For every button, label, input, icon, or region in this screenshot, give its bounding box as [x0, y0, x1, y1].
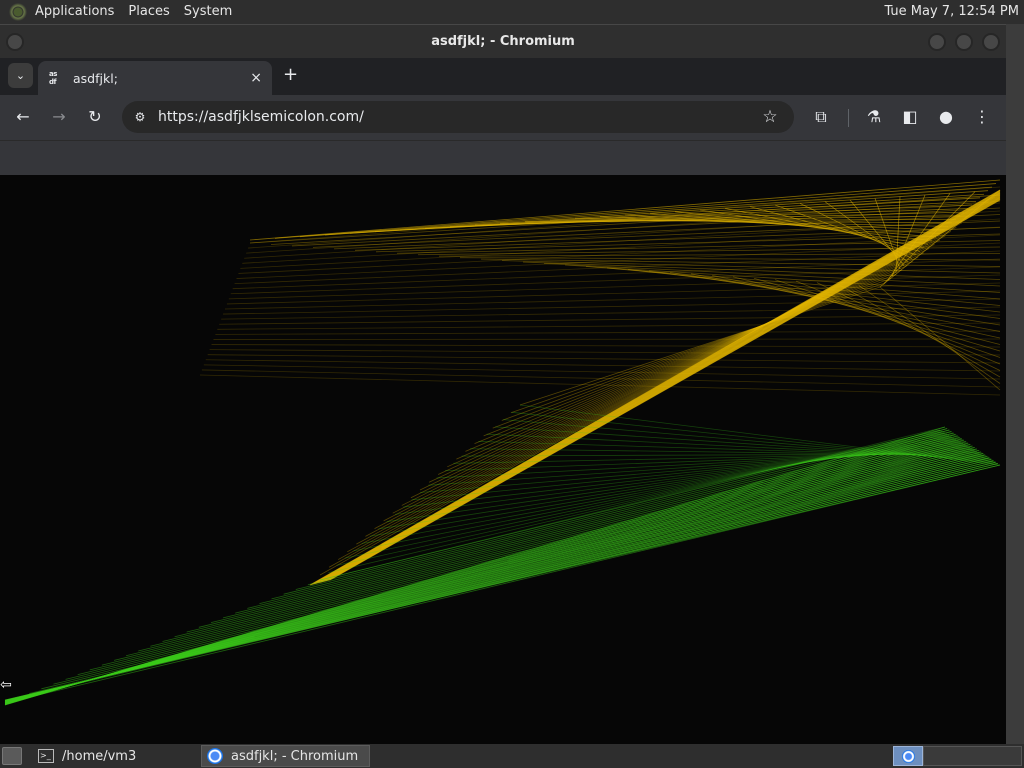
art-line [138, 449, 975, 652]
browser-toolbar: ← → ↻ ⚙ https://asdfjklsemicolon.com/ ☆ … [0, 95, 1006, 140]
window-menu-button[interactable] [6, 33, 24, 51]
taskbar-label: asdfjkl; - Chromium [231, 748, 359, 764]
taskbar-label: /home/vm3 [62, 748, 137, 764]
art-line [217, 322, 1001, 330]
address-bar[interactable]: ⚙ https://asdfjklsemicolon.com/ ☆ [122, 101, 794, 133]
art-line [283, 433, 948, 595]
art-line [328, 428, 948, 574]
minimize-button[interactable] [928, 33, 946, 51]
reload-icon[interactable]: ↻ [85, 107, 105, 127]
tab-title: asdfjkl; [73, 70, 118, 86]
back-icon[interactable]: ← [13, 107, 33, 127]
art-line [492, 273, 897, 429]
art-line [299, 186, 993, 238]
art-line [259, 436, 952, 605]
art-line [879, 286, 1001, 391]
side-panel-icon[interactable]: ◧ [900, 107, 920, 127]
art-line [198, 443, 964, 628]
art-line [209, 349, 1001, 356]
site-info-icon[interactable]: ⚙ [132, 109, 148, 125]
menu-system[interactable]: System [177, 0, 239, 24]
site-favicon-icon: as df [49, 70, 65, 86]
toolbar-divider [848, 109, 849, 127]
maximize-button[interactable] [955, 33, 973, 51]
taskbar-item-chromium[interactable]: asdfjkl; - Chromium [201, 745, 370, 767]
tab-strip: ⌄ as df asdfjkl; × + [0, 58, 1006, 95]
art-line [101, 453, 982, 666]
art-line [211, 344, 1001, 348]
favicon-text-top: as [49, 70, 57, 78]
distro-logo-icon[interactable] [8, 2, 28, 22]
art-line [65, 457, 989, 680]
art-line [113, 452, 980, 661]
art-line [219, 314, 1001, 325]
bottom-panel: >_ /home/vm3 asdfjkl; - Chromium [0, 744, 1024, 768]
tab-close-icon[interactable]: × [250, 70, 262, 86]
art-line [29, 461, 996, 694]
art-line [247, 437, 954, 609]
new-tab-icon[interactable]: + [283, 65, 298, 85]
infobar [0, 140, 1006, 175]
chromium-icon [207, 748, 223, 764]
top-panel: Applications Places System Tue May 7, 12… [0, 0, 1024, 24]
tab-search-icon[interactable]: ⌄ [8, 63, 33, 88]
profile-icon[interactable]: ● [936, 107, 956, 127]
art-line [465, 260, 913, 452]
terminal-icon: >_ [38, 749, 54, 763]
art-line [203, 364, 1001, 380]
url-text[interactable]: https://asdfjklsemicolon.com/ [158, 101, 364, 133]
chromium-icon [902, 750, 915, 763]
menu-places[interactable]: Places [121, 0, 176, 24]
browser-window: asdfjkl; - Chromium ⌄ as df asdfjkl; × +… [0, 24, 1006, 744]
workspace-switcher[interactable] [923, 746, 1022, 766]
art-line [235, 439, 957, 614]
workspace-switcher-active[interactable] [893, 746, 923, 766]
art-line [174, 445, 968, 638]
art-line [162, 447, 971, 642]
art-line [186, 444, 966, 633]
page-content[interactable]: ⇦ [0, 175, 1006, 744]
tab-asdfjkl[interactable]: as df asdfjkl; × [38, 61, 272, 95]
art-line [126, 451, 978, 657]
art-line [17, 463, 998, 699]
desktop-background [1006, 24, 1024, 744]
window-titlebar[interactable]: asdfjkl; - Chromium [0, 24, 1006, 58]
yellow-diagonal [309, 189, 1001, 586]
art-line [222, 440, 959, 619]
forward-icon[interactable]: → [49, 107, 69, 127]
clock[interactable]: Tue May 7, 12:54 PM [884, 0, 1019, 24]
art-line [483, 269, 902, 437]
art-line [480, 258, 1001, 267]
art-line [474, 265, 908, 445]
art-line [41, 460, 994, 690]
art-line [270, 201, 1001, 245]
show-desktop-icon[interactable] [2, 747, 22, 765]
art-line [77, 456, 987, 676]
art-line [210, 441, 961, 623]
art-line [150, 448, 973, 647]
art-line [428, 243, 935, 483]
art-line [510, 282, 886, 414]
art-line [249, 179, 1001, 241]
green-mid-fan [319, 404, 1001, 581]
panel-menu: Applications Places System [28, 0, 239, 24]
yellow-band-right [249, 194, 1001, 391]
labs-icon[interactable]: ⚗ [864, 107, 884, 127]
string-art-canvas [4, 179, 1001, 706]
art-line [319, 426, 946, 581]
art-line [215, 330, 1001, 335]
bookmark-star-icon[interactable]: ☆ [760, 107, 780, 127]
menu-applications[interactable]: Applications [28, 0, 121, 24]
extensions-icon[interactable]: ⧉ [811, 107, 831, 127]
resize-cursor-icon: ⇦ [0, 677, 12, 693]
taskbar-item-terminal[interactable]: >_ /home/vm3 [32, 745, 197, 767]
favicon-text-bottom: df [49, 78, 57, 86]
art-line [501, 278, 892, 421]
chrome-menu-icon[interactable]: ⋮ [972, 107, 992, 127]
window-title: asdfjkl; - Chromium [431, 34, 575, 49]
close-window-button[interactable] [982, 33, 1000, 51]
window-controls [928, 33, 1000, 51]
